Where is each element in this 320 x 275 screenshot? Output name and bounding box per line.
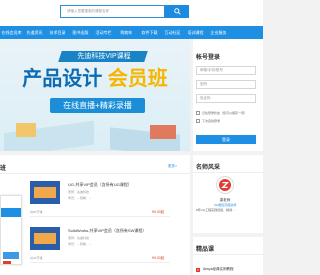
- banner-title-left: 产品设计: [22, 68, 103, 90]
- nav-item[interactable]: 互动社区: [161, 26, 184, 39]
- more-link[interactable]: 更多>: [168, 164, 177, 169]
- popup-header: [1, 208, 21, 217]
- course-teacher: 老师：先迪科技: [68, 190, 90, 194]
- banner-title-highlight: 会员班: [107, 68, 168, 90]
- divider: [30, 262, 170, 263]
- search-input[interactable]: 请输入您要搜索的课程名称: [60, 5, 165, 18]
- page: 请输入您要搜索的课程名称 在线会员库 先道资讯 技术目录 图书出版 活动专栏 购…: [0, 0, 263, 275]
- nav-item[interactable]: 图书出版: [69, 26, 92, 39]
- banner-decoration: [16, 123, 36, 137]
- divider: [0, 173, 190, 174]
- divider: [30, 216, 170, 217]
- nav-item[interactable]: 购物车: [115, 26, 138, 39]
- featured-panel: 精品课 1 Ansys经典实例教程: [193, 237, 263, 275]
- nav-item[interactable]: 先道资讯: [23, 26, 46, 39]
- main-nav: 在线会员库 先道资讯 技术目录 图书出版 活动专栏 购物车 软件下载 互动社区 …: [0, 26, 263, 39]
- course-price: ¥9.00起: [152, 256, 165, 260]
- course-item[interactable]: SolidWorks-共享VIP会员（含所有SW课程） 老师：先迪科技 学员：-…: [30, 227, 170, 263]
- course-teacher: 老师：先迪科技: [68, 236, 90, 240]
- popup-button[interactable]: [3, 252, 19, 259]
- course-thumbnail[interactable]: [30, 181, 60, 204]
- famous-teacher-panel: 名师风采 梁老师 UG数控高级讲师 8年UG工程实践经验，精通...: [193, 155, 263, 233]
- featured-item-label[interactable]: Ansys经典实例教程: [203, 267, 234, 272]
- nav-item[interactable]: 在线会员库: [0, 26, 23, 39]
- username-field[interactable]: 邮箱/手机/账号: [196, 66, 256, 75]
- remember-checkbox[interactable]: [196, 111, 200, 115]
- search-button[interactable]: [165, 5, 189, 18]
- rank-badge: 1: [196, 267, 200, 272]
- banner-tag: 先迪科技VIP课程: [77, 53, 131, 60]
- top-search-bar: 请输入您要搜索的课程名称: [0, 0, 263, 26]
- course-item[interactable]: UG-共享VIP会员（含所有UG课程） 老师：先迪科技 学员：-- 观看：-- …: [30, 181, 170, 217]
- banner-title: 产品设计 会员班: [0, 68, 190, 90]
- course-thumbnail[interactable]: [30, 227, 60, 250]
- section-title: 班: [0, 166, 7, 172]
- avatar[interactable]: [216, 176, 234, 194]
- thumbnail-graphic: [34, 233, 56, 244]
- banner-subtitle: 在线直播+精彩录播: [50, 98, 145, 113]
- course-section: 班 更多> UG-共享VIP会员（含所有UG课程） 老师：先迪科技 学员：-- …: [0, 155, 190, 275]
- course-price: ¥9.00起: [152, 210, 165, 214]
- login-panel: 帐号登录 邮箱/手机/账号 密码 验证码 记住登录状态（您可以保存一周） 下次自…: [193, 39, 263, 151]
- teacher-role: UG数控高级讲师: [213, 203, 237, 207]
- search-icon: [173, 8, 181, 15]
- course-count: 共34节课: [30, 256, 43, 260]
- nav-item[interactable]: 软件下载: [138, 26, 161, 39]
- auto-login-checkbox[interactable]: [196, 119, 200, 123]
- captcha-field[interactable]: 验证码: [196, 94, 256, 103]
- banner-decoration: [150, 125, 176, 139]
- divider: [193, 254, 263, 255]
- remember-row[interactable]: 记住登录状态（您可以保存一周）: [196, 111, 247, 115]
- login-title: 帐号登录: [196, 55, 221, 61]
- side-popup[interactable]: [0, 195, 22, 265]
- thumbnail-graphic: [34, 187, 56, 198]
- featured-item[interactable]: 1 Ansys经典实例教程: [196, 267, 234, 272]
- nav-item[interactable]: 培训课程: [184, 26, 207, 39]
- nav-item[interactable]: 技术目录: [46, 26, 69, 39]
- nav-item[interactable]: 企业服务: [207, 26, 230, 39]
- famous-title: 名师风采: [196, 165, 221, 171]
- course-title[interactable]: SolidWorks-共享VIP会员（含所有SW课程）: [68, 228, 146, 234]
- featured-title: 精品课: [196, 247, 215, 253]
- teacher-description: 8年UG工程实践经验，精通...: [196, 208, 235, 212]
- auto-login-row[interactable]: 下次自动登录: [196, 119, 220, 123]
- nav-item[interactable]: 活动专栏: [92, 26, 115, 39]
- promo-banner[interactable]: 先迪科技VIP课程 产品设计 会员班 在线直播+精彩录播: [0, 39, 190, 151]
- remember-label: 记住登录状态（您可以保存一周）: [202, 111, 248, 115]
- course-count: 共80节课: [30, 210, 43, 214]
- divider: [193, 172, 263, 173]
- course-title[interactable]: UG-共享VIP会员（含所有UG课程）: [68, 182, 132, 188]
- zhihu-z-icon: [219, 179, 231, 191]
- popup-badge: [3, 261, 11, 264]
- auto-login-label: 下次自动登录: [202, 119, 221, 123]
- password-field[interactable]: 密码: [196, 80, 256, 89]
- course-students: 学员：-- 观看：--: [68, 196, 91, 200]
- course-students: 学员：-- 观看：--: [68, 242, 91, 246]
- login-button[interactable]: 登录: [196, 135, 256, 144]
